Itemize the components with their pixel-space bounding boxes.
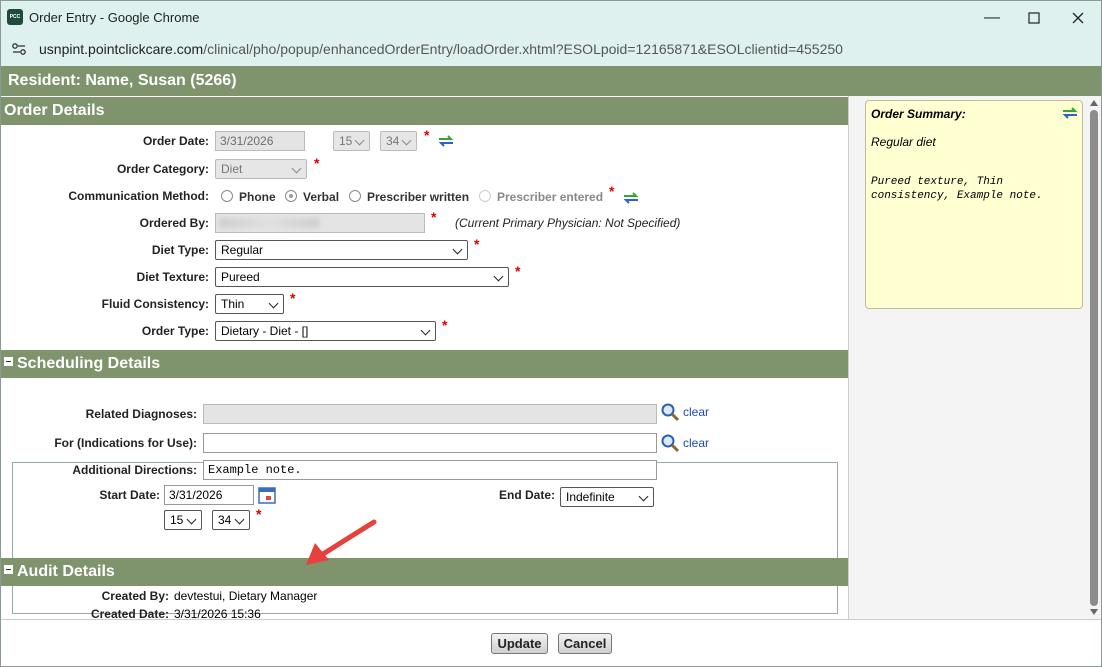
order-date-field: 3/31/2026 (215, 131, 305, 151)
ordered-by-label: Ordered By: (139, 216, 209, 230)
diet-type-label: Diet Type: (151, 243, 209, 257)
created-date-label: Created Date: (90, 607, 169, 619)
order-date-label: Order Date: (142, 134, 209, 148)
ordered-by-field (215, 213, 425, 233)
site-info-icon[interactable] (11, 41, 27, 57)
order-minute-select: 34 (380, 131, 417, 151)
end-date-select[interactable]: Indefinite (560, 487, 654, 507)
collapse-icon[interactable] (4, 565, 13, 575)
order-details-header: Order Details (1, 97, 848, 125)
required-marker: * (474, 236, 480, 252)
window-title: Order Entry - Google Chrome (29, 10, 200, 25)
footer-bar: Update Cancel (1, 619, 1101, 666)
search-icon[interactable] (660, 402, 680, 422)
search-icon[interactable] (660, 433, 680, 453)
pcc-app-icon: PCC (7, 9, 23, 25)
communication-method-label: Communication Method: (68, 189, 209, 203)
calendar-icon[interactable] (257, 485, 277, 505)
window-titlebar: PCC Order Entry - Google Chrome — (0, 0, 1102, 34)
comm-prescriber-entered-radio (479, 190, 491, 202)
swap-arrows-icon[interactable] (437, 135, 455, 147)
scroll-down-icon[interactable] (1090, 609, 1098, 615)
clear-diagnoses-link[interactable]: clear (683, 405, 709, 419)
vertical-scrollbar[interactable] (1087, 96, 1101, 619)
primary-physician-note: (Current Primary Physician: Not Specifie… (455, 216, 681, 230)
order-entry-page: Resident: Name, Susan (5266) Order Detai… (0, 66, 1102, 667)
required-marker: * (515, 263, 521, 279)
diet-type-select[interactable]: Regular (215, 240, 468, 260)
required-marker: * (256, 506, 262, 522)
address-bar[interactable]: usnpint.pointclickcare.com/clinical/pho/… (0, 34, 1102, 66)
audit-details-title: Audit Details (17, 563, 115, 580)
required-marker: * (424, 127, 430, 143)
swap-arrows-icon[interactable] (1061, 107, 1079, 119)
indications-input[interactable] (203, 433, 657, 453)
order-summary-box: Order Summary: Regular diet Pureed textu… (865, 100, 1083, 309)
related-diagnoses-field (203, 404, 657, 424)
start-hour-select[interactable]: 15 (164, 510, 202, 530)
comm-verbal-radio[interactable] (285, 190, 297, 202)
update-button[interactable]: Update (491, 633, 548, 654)
order-hour-select: 15 (333, 131, 370, 151)
required-marker: * (442, 317, 448, 333)
collapse-icon[interactable] (4, 357, 13, 367)
order-category-label: Order Category: (116, 162, 209, 176)
order-type-select[interactable]: Dietary - Diet - [] (215, 321, 436, 341)
order-summary-title: Order Summary: (871, 107, 966, 121)
diet-texture-select[interactable]: Pureed (215, 267, 509, 287)
order-summary-line2: Pureed texture, Thin consistency, Exampl… (871, 176, 1043, 202)
comm-prescriber-written-radio[interactable] (349, 190, 361, 202)
order-form: Order Details Order Date: 3/31/2026 15 3… (1, 96, 848, 619)
url-text[interactable]: usnpint.pointclickcare.com/clinical/pho/… (39, 41, 843, 57)
redacted-name (219, 218, 319, 228)
required-marker: * (609, 183, 615, 199)
diet-texture-label: Diet Texture: (136, 270, 209, 284)
required-marker: * (431, 209, 437, 225)
required-marker: * (290, 290, 296, 306)
close-window-icon[interactable] (1063, 7, 1093, 29)
required-marker: * (314, 155, 320, 171)
audit-details-header[interactable]: Audit Details (1, 558, 848, 586)
start-minute-select[interactable]: 34 (212, 510, 250, 530)
comm-prescriber-written-label: Prescriber written (367, 190, 470, 204)
additional-directions-input[interactable]: Example note. (203, 460, 657, 480)
created-by-value: devtestui, Dietary Manager (174, 589, 318, 603)
fluid-consistency-select[interactable]: Thin (215, 294, 284, 314)
scroll-up-icon[interactable] (1090, 100, 1098, 106)
order-category-select: Diet (215, 159, 307, 179)
related-diagnoses-label: Related Diagnoses: (85, 407, 197, 421)
maximize-icon[interactable] (1019, 7, 1049, 29)
comm-prescriber-entered-label: Prescriber entered (497, 190, 604, 204)
order-summary-line1: Regular diet (871, 135, 936, 149)
additional-directions-label: Additional Directions: (72, 463, 197, 477)
clear-indications-link[interactable]: clear (683, 436, 709, 450)
comm-verbal-label: Verbal (303, 190, 340, 204)
order-type-label: Order Type: (141, 324, 209, 338)
indications-label: For (Indications for Use): (54, 436, 197, 450)
content-area: Order Details Order Date: 3/31/2026 15 3… (1, 96, 1101, 619)
start-date-input[interactable]: 3/31/2026 (164, 485, 254, 505)
url-path: /clinical/pho/popup/enhancedOrderEntry/l… (203, 41, 843, 57)
resident-header: Resident: Name, Susan (5266) (1, 66, 1101, 96)
created-by-label: Created By: (101, 589, 169, 603)
summary-panel: Order Summary: Regular diet Pureed textu… (848, 96, 1087, 619)
annotation-arrow-icon (306, 519, 377, 565)
comm-phone-label: Phone (239, 190, 276, 204)
fluid-consistency-label: Fluid Consistency: (101, 297, 209, 311)
minimize-icon[interactable]: — (977, 7, 1007, 29)
scrollbar-thumb[interactable] (1090, 110, 1098, 606)
url-host: usnpint.pointclickcare.com (39, 41, 204, 57)
start-date-label: Start Date: (99, 488, 160, 502)
comm-phone-radio[interactable] (221, 190, 233, 202)
cancel-button[interactable]: Cancel (558, 633, 612, 654)
swap-arrows-icon[interactable] (622, 192, 640, 204)
created-date-value: 3/31/2026 15:36 (174, 607, 261, 619)
scheduling-details-title: Scheduling Details (17, 355, 161, 372)
scheduling-details-header[interactable]: Scheduling Details (1, 350, 848, 378)
end-date-label: End Date: (498, 488, 555, 502)
